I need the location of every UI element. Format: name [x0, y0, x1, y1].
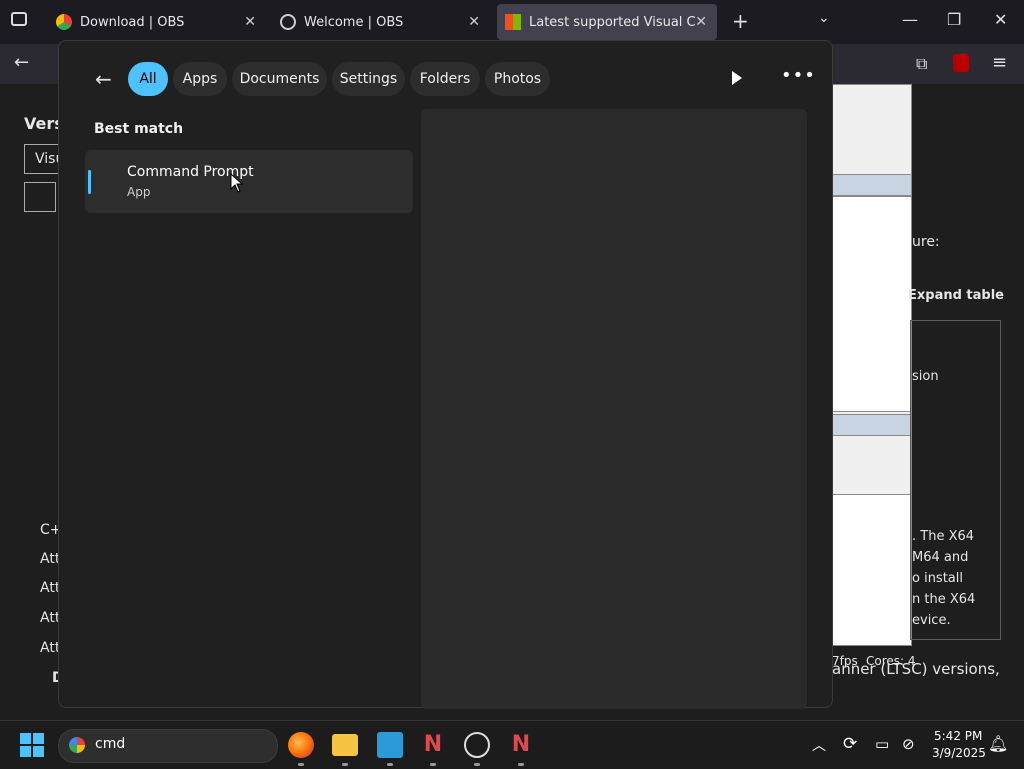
search-query[interactable]: cmd [95, 736, 125, 752]
show-hidden-icons-chevron-icon[interactable]: ︿ [812, 735, 826, 755]
firefox-icon[interactable] [288, 732, 314, 758]
search-flyout: ← All Apps Documents Settings Folders Ph… [58, 40, 833, 709]
filter-documents[interactable]: Documents [232, 62, 327, 96]
table-cell: n the X64 [912, 592, 976, 607]
notepad-app-icon[interactable] [377, 732, 403, 758]
best-match-label: Best match [94, 121, 184, 137]
restore-icon[interactable]: ❐ [947, 10, 961, 29]
best-match-result[interactable]: Command Prompt App [85, 150, 413, 213]
back-arrow-icon[interactable]: ← [95, 67, 112, 91]
app-panel-header [832, 414, 912, 436]
result-subtitle: App [127, 185, 151, 199]
running-indicator [342, 763, 348, 766]
running-indicator [430, 763, 436, 766]
windows-start-icon[interactable] [20, 733, 44, 757]
app-panel-header [832, 174, 912, 196]
obs-icon [280, 14, 296, 30]
close-icon[interactable]: ✕ [244, 14, 256, 30]
running-indicator [298, 763, 304, 766]
taskbar: cmd N N ︿ ⟳ ▭ ⊘ 5:42 PM 3/9/2025 🔔︎ [0, 720, 1024, 769]
filter-folders[interactable]: Folders [410, 62, 480, 96]
chevron-down-icon[interactable]: ⌄ [818, 10, 830, 26]
app-panel-body [832, 196, 912, 412]
table-cell: evice. [912, 613, 951, 628]
table-cell: . The X64 [912, 529, 975, 544]
app-panel-body [832, 494, 912, 646]
preview-pane [421, 109, 807, 709]
running-indicator [387, 763, 393, 766]
sync-icon[interactable]: ⟳ [843, 734, 857, 754]
play-icon[interactable] [732, 71, 742, 85]
microsoft-icon [505, 14, 521, 30]
filter-icon[interactable] [24, 182, 56, 212]
filter-all[interactable]: All [128, 62, 168, 96]
close-icon[interactable]: ✕ [468, 14, 480, 30]
filter-photos[interactable]: Photos [485, 62, 550, 96]
more-options-icon[interactable]: ••• [781, 65, 816, 86]
notification-bell-icon[interactable]: 🔔︎ [988, 734, 1008, 753]
expand-table-button[interactable]: Expand table [908, 288, 1004, 303]
page-paragraph: anner (LTSC) versions, [832, 660, 1000, 678]
filter-apps[interactable]: Apps [173, 62, 227, 96]
page-paragraph: ure: [912, 234, 940, 250]
clock-time[interactable]: 5:42 PM [934, 729, 982, 743]
clock-date[interactable]: 3/9/2025 [932, 746, 986, 760]
tab-label: Latest supported Visual C++ Re [529, 14, 695, 30]
ublock-icon[interactable] [953, 54, 969, 72]
tab-label: Download | OBS [80, 14, 185, 30]
running-indicator [474, 763, 480, 766]
network-icon[interactable]: ⊘ [902, 735, 915, 753]
close-icon[interactable]: ✕ [695, 14, 707, 30]
table-cell: M64 and [912, 550, 969, 565]
minimize-icon[interactable]: — [902, 10, 918, 29]
new-tab-button[interactable]: + [732, 9, 749, 33]
taskbar-search-box[interactable]: cmd [58, 729, 278, 763]
app-n-icon-second[interactable]: N [508, 732, 534, 758]
tab-label: Welcome | OBS [304, 14, 404, 30]
extensions-icon[interactable]: ⧉ [916, 54, 927, 74]
running-indicator [518, 763, 524, 766]
search-icon [69, 737, 85, 753]
table-cell: sion [912, 369, 939, 384]
tab-download-obs[interactable]: Download | OBS ✕ [48, 4, 266, 40]
file-explorer-icon[interactable] [332, 734, 358, 756]
tab-overview-icon[interactable] [11, 12, 27, 26]
display-icon[interactable]: ▭ [875, 735, 889, 753]
filter-settings[interactable]: Settings [332, 62, 405, 96]
back-icon[interactable]: ← [14, 52, 29, 73]
mouse-cursor-icon [230, 173, 244, 193]
obs-taskbar-icon[interactable] [464, 732, 490, 758]
browser-tab-strip: Download | OBS ✕ Welcome | OBS ✕ Latest … [0, 0, 1024, 44]
table-cell: o install [912, 571, 963, 586]
selection-indicator [88, 170, 91, 194]
chrome-icon [56, 14, 72, 30]
menu-icon[interactable]: ≡ [992, 52, 1007, 73]
close-window-icon[interactable]: ✕ [994, 10, 1007, 29]
app-n-icon[interactable]: N [420, 732, 446, 758]
tab-welcome-obs[interactable]: Welcome | OBS ✕ [272, 4, 490, 40]
tab-visual-cpp[interactable]: Latest supported Visual C++ Re ✕ [497, 4, 717, 40]
